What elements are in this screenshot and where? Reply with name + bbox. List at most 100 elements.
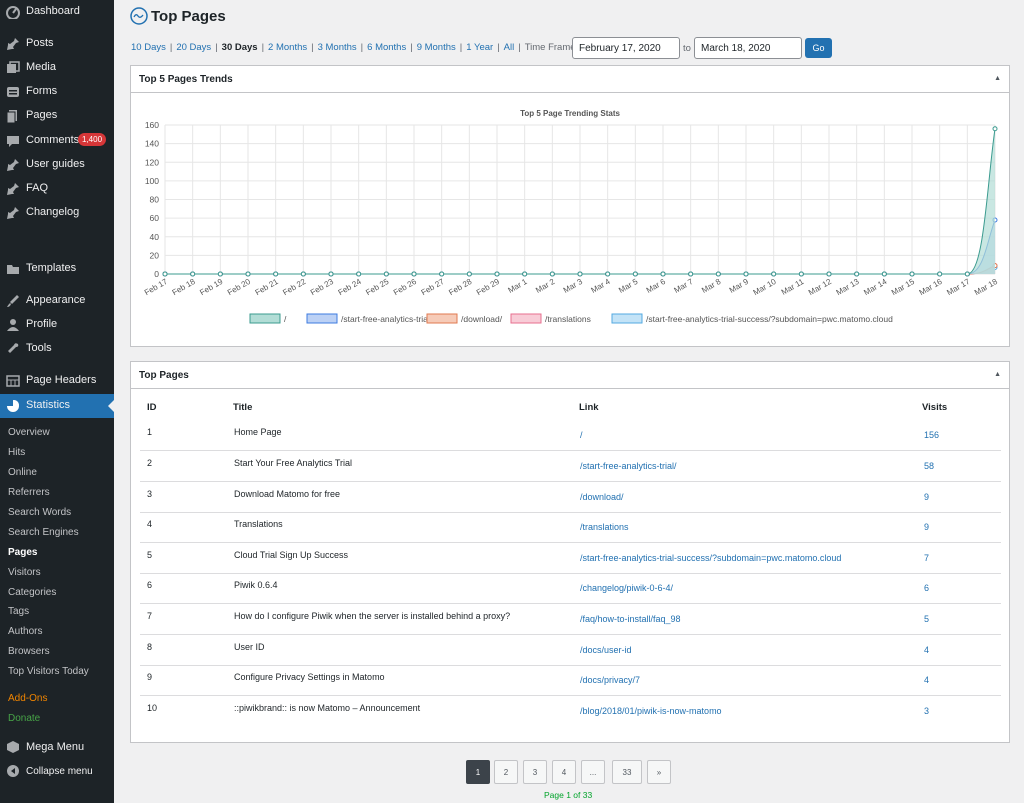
sidebar-item-faq[interactable]: FAQ (0, 182, 114, 196)
range-link-6-months[interactable]: 6 Months (367, 42, 406, 53)
legend-swatch[interactable] (510, 313, 542, 324)
data-point[interactable] (466, 271, 472, 277)
data-point[interactable] (660, 271, 666, 277)
collapse-toggle-icon[interactable]: ▲ (994, 371, 1001, 378)
data-point[interactable] (715, 271, 721, 277)
sidebar-item-media[interactable]: Media (0, 61, 114, 75)
submenu-visitors[interactable]: Visitors (8, 567, 41, 578)
data-point[interactable] (162, 271, 168, 277)
page-3-button[interactable]: 3 (523, 760, 547, 784)
data-point[interactable] (909, 271, 915, 277)
row-link[interactable]: /blog/2018/01/piwik-is-now-matomo (580, 706, 722, 716)
data-point[interactable] (300, 271, 306, 277)
data-point[interactable] (356, 271, 362, 277)
sidebar-item-collapse-menu[interactable]: Collapse menu (0, 764, 114, 778)
sidebar-item-changelog[interactable]: Changelog (0, 206, 114, 220)
submenu-pages[interactable]: Pages (8, 547, 37, 558)
row-visits[interactable]: 4 (924, 645, 929, 655)
legend-swatch[interactable] (306, 313, 338, 324)
next-page-button[interactable]: » (647, 760, 671, 784)
legend-swatch[interactable] (249, 313, 281, 324)
row-link[interactable]: /changelog/piwik-0-6-4/ (580, 583, 673, 593)
range-link-2-months[interactable]: 2 Months (268, 42, 307, 53)
data-point[interactable] (273, 271, 279, 277)
row-link[interactable]: /translations (580, 522, 629, 532)
sidebar-item-forms[interactable]: Forms (0, 85, 114, 99)
legend-label[interactable]: /translations (545, 314, 591, 324)
data-point[interactable] (190, 271, 196, 277)
data-point[interactable] (771, 271, 777, 277)
from-date-input[interactable] (572, 37, 680, 59)
to-date-input[interactable] (694, 37, 802, 59)
range-link-20-days[interactable]: 20 Days (176, 42, 211, 53)
submenu-overview[interactable]: Overview (8, 427, 50, 438)
sidebar-item-posts[interactable]: Posts (0, 37, 114, 51)
range-link-30-days[interactable]: 30 Days (222, 42, 258, 53)
row-link[interactable]: /start-free-analytics-trial/ (580, 461, 677, 471)
submenu-online[interactable]: Online (8, 467, 37, 478)
legend-label[interactable]: /start-free-analytics-trial/ (341, 314, 433, 324)
row-visits[interactable]: 4 (924, 675, 929, 685)
row-visits[interactable]: 5 (924, 614, 929, 624)
data-point[interactable] (577, 271, 583, 277)
range-link-all[interactable]: All (504, 42, 515, 53)
data-point[interactable] (245, 271, 251, 277)
submenu-authors[interactable]: Authors (8, 626, 42, 637)
page-2-button[interactable]: 2 (494, 760, 518, 784)
go-button[interactable]: Go (805, 38, 832, 58)
range-link-3-months[interactable]: 3 Months (318, 42, 357, 53)
legend-swatch[interactable] (426, 313, 458, 324)
legend-swatch[interactable] (611, 313, 643, 324)
page-1-button[interactable]: 1 (466, 760, 490, 784)
data-point[interactable] (826, 271, 832, 277)
row-visits[interactable]: 6 (924, 583, 929, 593)
legend-label[interactable]: /download/ (461, 314, 503, 324)
data-point[interactable] (549, 271, 555, 277)
range-link-10-days[interactable]: 10 Days (131, 42, 166, 53)
data-point[interactable] (743, 271, 749, 277)
submenu-referrers[interactable]: Referrers (8, 487, 50, 498)
data-point[interactable] (605, 271, 611, 277)
submenu-donate[interactable]: Donate (8, 713, 40, 724)
submenu-categories[interactable]: Categories (8, 587, 56, 598)
trends-panel-header[interactable]: Top 5 Pages Trends ▲ (131, 66, 1009, 93)
sidebar-item-pages[interactable]: Pages (0, 109, 114, 123)
data-point[interactable] (411, 271, 417, 277)
row-visits[interactable]: 58 (924, 461, 934, 471)
submenu-search-words[interactable]: Search Words (8, 507, 71, 518)
sidebar-item-tools[interactable]: Tools (0, 342, 114, 356)
sidebar-item-user-guides[interactable]: User guides (0, 158, 114, 172)
row-link[interactable]: /download/ (580, 492, 624, 502)
row-visits[interactable]: 9 (924, 522, 929, 532)
collapse-toggle-icon[interactable]: ▲ (994, 75, 1001, 82)
data-point[interactable] (688, 271, 694, 277)
sidebar-item-mega-menu[interactable]: Mega Menu (0, 740, 114, 754)
row-visits[interactable]: 7 (924, 553, 929, 563)
row-link[interactable]: /docs/user-id (580, 645, 632, 655)
sidebar-item-page-headers[interactable]: Page Headers (0, 374, 114, 388)
data-point[interactable] (383, 271, 389, 277)
range-link-9-months[interactable]: 9 Months (417, 42, 456, 53)
data-point[interactable] (632, 271, 638, 277)
submenu-top-visitors-today[interactable]: Top Visitors Today (8, 666, 89, 677)
row-link[interactable]: /start-free-analytics-trial-success/?sub… (580, 553, 841, 563)
sidebar-item-statistics[interactable]: Statistics (0, 394, 114, 418)
data-point[interactable] (798, 271, 804, 277)
data-point[interactable] (854, 271, 860, 277)
legend-label[interactable]: / (284, 314, 287, 324)
submenu-tags[interactable]: Tags (8, 606, 29, 617)
row-visits[interactable]: 9 (924, 492, 929, 502)
row-visits[interactable]: 3 (924, 706, 929, 716)
legend-label[interactable]: /start-free-analytics-trial-success/?sub… (646, 314, 893, 324)
data-point[interactable] (964, 271, 970, 277)
sidebar-item-profile[interactable]: Profile (0, 318, 114, 332)
sidebar-item-templates[interactable]: Templates (0, 262, 114, 276)
submenu-search-engines[interactable]: Search Engines (8, 527, 79, 538)
data-point[interactable] (881, 271, 887, 277)
top-pages-panel-header[interactable]: Top Pages ▲ (131, 362, 1009, 389)
submenu-browsers[interactable]: Browsers (8, 646, 50, 657)
sidebar-item-comments[interactable]: Comments 1,400 (0, 133, 114, 148)
row-link[interactable]: /faq/how-to-install/faq_98 (580, 614, 681, 624)
page-33-button[interactable]: 33 (612, 760, 642, 784)
data-point[interactable] (937, 271, 943, 277)
